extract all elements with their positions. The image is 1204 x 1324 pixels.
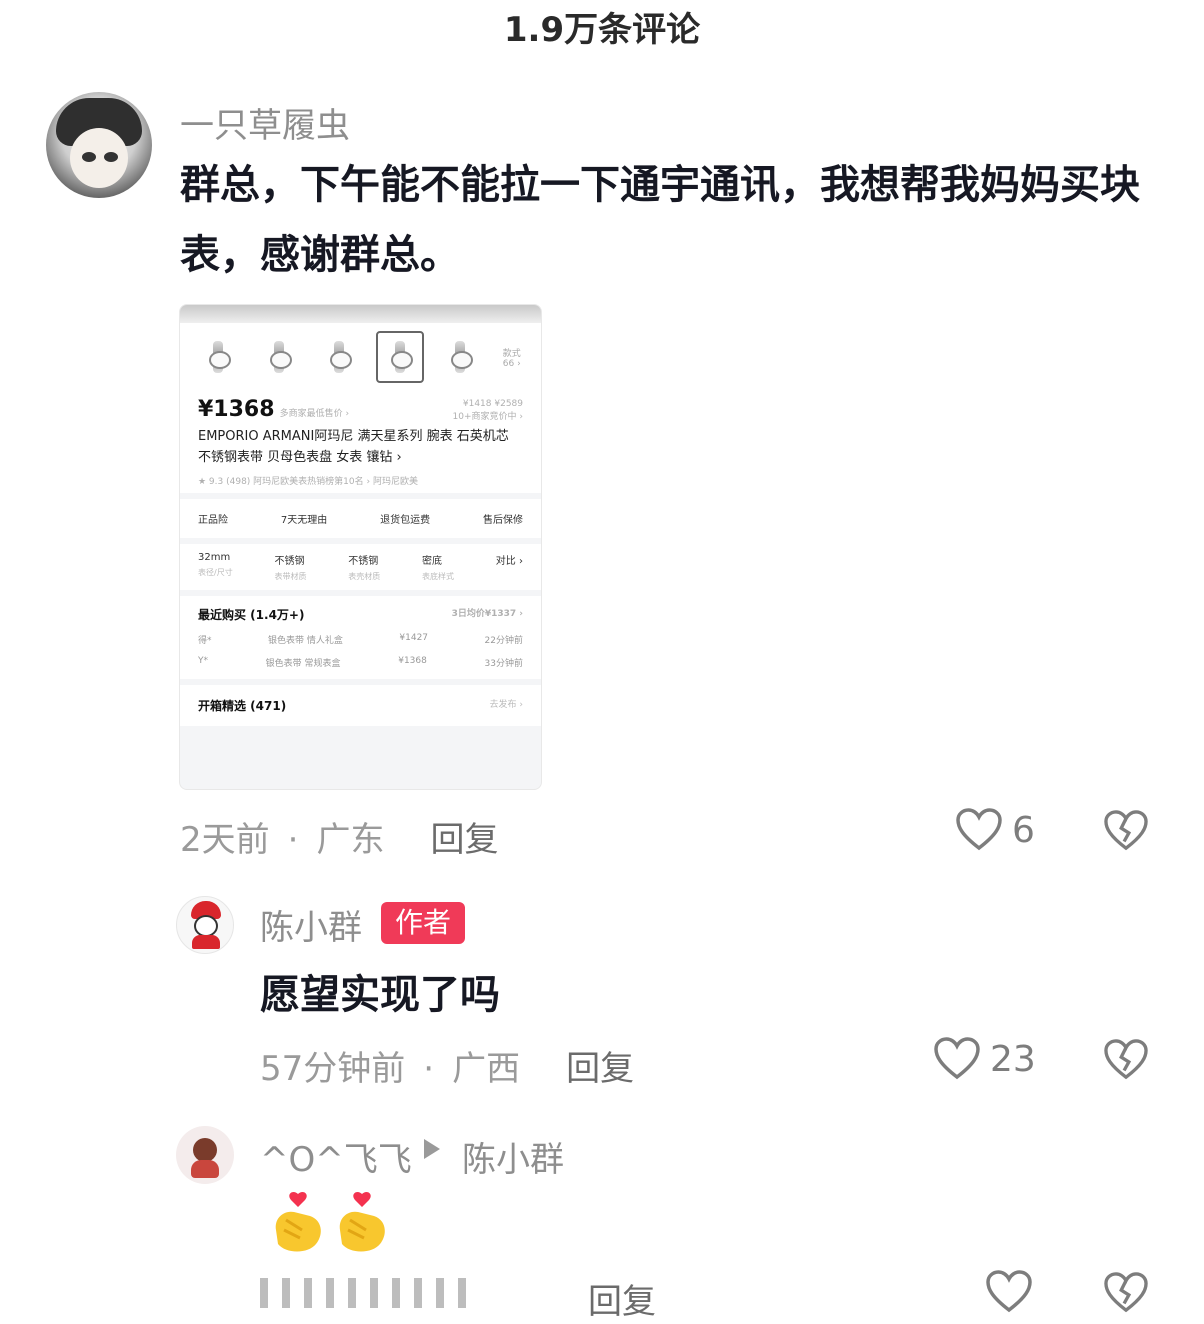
spec-row: 32mm 表径/尺寸 不锈钢表带材质 不锈钢表壳材质 密底表底样式 对比 › (180, 544, 541, 590)
avatar-eye (104, 152, 118, 162)
like-count: 23 (990, 1038, 1036, 1080)
open-box-action: 去发布 › (489, 700, 523, 710)
comment-time: 2天前 (180, 820, 270, 860)
avatar[interactable] (176, 1126, 234, 1184)
product-price: ¥1368 (198, 397, 275, 422)
recent-title: 最近购买 (1.4万+) (198, 608, 305, 622)
reply-button[interactable]: 回复 (430, 820, 498, 860)
watch-thumb (194, 331, 242, 383)
like-button[interactable]: 23 (934, 1037, 1036, 1081)
product-title: EMPORIO ARMANI阿玛尼 满天星系列 腕表 石英机芯 不锈钢表带 贝母… (198, 429, 509, 465)
price-note: 多商家最低售价 › (279, 409, 350, 419)
product-rating: ★ 9.3 (498) 阿玛尼欧美表热销榜第10名 › 阿玛尼欧美 (198, 477, 418, 487)
open-box-title: 开箱精选 (471) (198, 699, 287, 713)
finger-heart-emoji-icon (339, 1191, 385, 1252)
buyer-price: ¥1368 (398, 656, 427, 666)
recent-purchases: 最近购买 (1.4万+) 3日均价¥1337 › 得* 银色表带 情人礼盒 ¥1… (180, 596, 541, 679)
recent-row: Y* 银色表带 常规表盒 ¥1368 33分钟前 (198, 656, 523, 669)
like-count: 6 (1012, 809, 1035, 851)
comment-location: 广西 (452, 1049, 521, 1089)
avatar[interactable] (176, 896, 234, 954)
dislike-button[interactable] (1104, 810, 1148, 856)
avatar-body (192, 935, 220, 949)
comment-username[interactable]: ^O^飞飞 (260, 1132, 412, 1181)
avatar-face (70, 128, 128, 188)
like-button[interactable]: 6 (956, 808, 1035, 852)
spec-label: 表底样式 (422, 572, 454, 581)
comment-username[interactable]: 陈小群 (260, 900, 362, 949)
reply-to-username[interactable]: 陈小群 (462, 1132, 564, 1181)
comment-meta: 57分钟前 · 广西 回复 (260, 1049, 635, 1089)
spec-value: 密底 (422, 556, 442, 567)
dislike-button[interactable] (1104, 1272, 1148, 1318)
spec-value: 对比 › (495, 556, 523, 567)
comment-text: 愿望实现了吗 (260, 972, 500, 1018)
buyer-price: ¥1427 (399, 633, 429, 643)
watch-thumb-selected (375, 331, 424, 383)
heart-outline-icon (986, 1270, 1032, 1313)
buyer-item: 银色表带 情人礼盒 (268, 636, 343, 646)
watch-thumb (436, 331, 484, 383)
triangle-right-icon (424, 1139, 440, 1159)
recent-row: 得* 银色表带 情人礼盒 ¥1427 22分钟前 (198, 633, 523, 646)
watch-thumb (315, 331, 363, 383)
recent-avg: 3日均价¥1337 › (451, 609, 523, 619)
broken-heart-icon (1104, 1039, 1148, 1080)
thumb-more-label: 款式 66 › (502, 348, 521, 369)
service-item: 7天无理由 (280, 515, 328, 526)
obscured-meta (260, 1275, 540, 1311)
avatar[interactable] (46, 92, 152, 198)
service-item: 退货包运费 (380, 515, 431, 526)
heart-outline-icon (956, 808, 1002, 851)
spec-value: 不锈钢 (274, 556, 305, 567)
comment-meta: 2天前 · 广东 回复 (180, 820, 499, 860)
reply-button[interactable]: 回复 (566, 1049, 634, 1089)
buyer-time: 33分钟前 (484, 659, 523, 669)
dislike-button[interactable] (1104, 1039, 1148, 1085)
like-button[interactable] (986, 1270, 1032, 1314)
buyer-name: 得* (198, 636, 212, 646)
service-row: 正品险 7天无理由 退货包运费 售后保修 (180, 499, 541, 538)
spec-value: 不锈钢 (348, 556, 379, 567)
product-card: ¥1368 多商家最低售价 › ¥1418 ¥2589 10+商家竞价中 › E… (180, 391, 541, 493)
broken-heart-icon (1104, 1272, 1148, 1313)
spec-label: 表壳材质 (348, 572, 381, 581)
comment-username[interactable]: 一只草履虫 (180, 98, 350, 147)
image-top-bar (180, 305, 541, 323)
buyer-name: Y* (198, 656, 208, 666)
service-item: 正品险 (198, 515, 228, 526)
avatar-eye (82, 152, 96, 162)
service-item: 售后保修 (483, 515, 523, 526)
avatar-body (191, 1160, 219, 1178)
comment-time: 57分钟前 (260, 1049, 406, 1089)
avatar-face (194, 915, 218, 937)
buyer-item: 银色表带 常规表盒 (265, 659, 341, 669)
comment-image[interactable]: 款式 66 › ¥1368 多商家最低售价 › ¥1418 ¥2589 10+商… (179, 304, 542, 790)
author-badge: 作者 (381, 902, 465, 944)
comments-count-title: 1.9万条评论 (503, 10, 701, 50)
heart-outline-icon (934, 1037, 980, 1080)
spec-value: 32mm (198, 552, 231, 563)
reply-button[interactable]: 回复 (588, 1274, 656, 1323)
avatar-face (193, 1138, 217, 1162)
product-thumbnails: 款式 66 › (180, 323, 541, 391)
open-box-row: 开箱精选 (471) 去发布 › (180, 685, 541, 726)
finger-heart-emoji-icon (275, 1191, 321, 1252)
offers-note: 10+商家竞价中 › (452, 412, 523, 422)
buyer-time: 22分钟前 (484, 636, 523, 646)
price-compare: ¥1418 ¥2589 (462, 399, 523, 409)
broken-heart-icon (1104, 810, 1148, 851)
spec-label: 表径/尺寸 (198, 568, 233, 577)
comment-location: 广东 (316, 820, 385, 860)
spec-label: 表带材质 (274, 572, 307, 581)
comment-text: 群总，下午能不能拉一下通宇通讯，我想帮我妈妈买块表，感谢群总。 (180, 162, 1140, 278)
watch-thumb (255, 331, 303, 383)
